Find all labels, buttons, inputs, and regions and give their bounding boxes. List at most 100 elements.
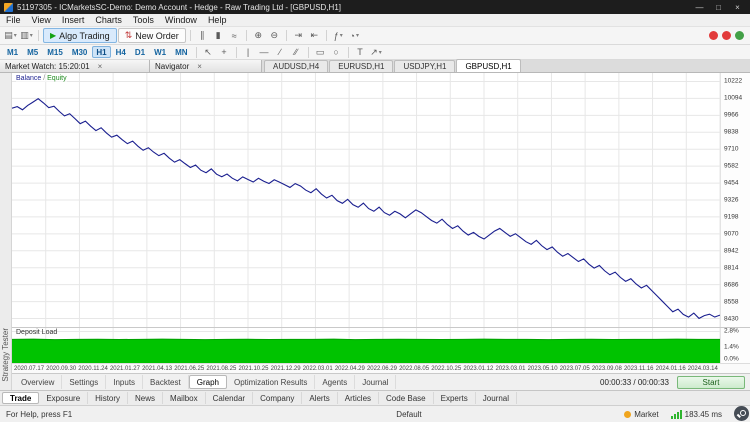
cursor-tool-button[interactable]: ↖ (201, 45, 216, 59)
tester-tab-optimization-results[interactable]: Optimization Results (227, 375, 316, 389)
toolbox-tab-history[interactable]: History (88, 392, 129, 404)
timeframe-h1[interactable]: H1 (92, 46, 111, 58)
market-status-label: Market (634, 409, 659, 419)
menu-insert[interactable]: Insert (62, 15, 85, 25)
timeframe-m1[interactable]: M1 (3, 46, 22, 58)
timeframe-m30[interactable]: M30 (68, 46, 92, 58)
vertical-line-icon: | (246, 47, 250, 57)
toolbar-separator (285, 30, 287, 41)
periods-menu-button[interactable]: ◔ ▾ (347, 29, 362, 43)
message-badge-icon[interactable] (722, 31, 731, 40)
toolbox-tab-alerts[interactable]: Alerts (302, 392, 338, 404)
timeframe-w1[interactable]: W1 (150, 46, 170, 58)
start-button[interactable]: Start (677, 375, 745, 389)
toolbox-tab-journal[interactable]: Journal (476, 392, 517, 404)
line-chart-button[interactable]: ≈ (227, 29, 242, 43)
profiles-button[interactable]: ▥ ▾ (19, 29, 34, 43)
market-watch-close-icon[interactable]: × (98, 62, 103, 71)
deposit-load-plot[interactable]: Deposit Load (12, 328, 720, 363)
timeframe-m15[interactable]: M15 (43, 46, 67, 58)
navigator-panel-header[interactable]: Navigator × (150, 60, 262, 72)
close-button[interactable]: × (729, 1, 746, 13)
toolbox-tab-exposure[interactable]: Exposure (39, 392, 89, 404)
vertical-line-tool-button[interactable]: | (241, 45, 256, 59)
connection-badge-icon[interactable] (735, 31, 744, 40)
toolbox-tab-mailbox[interactable]: Mailbox (163, 392, 206, 404)
tester-tab-inputs[interactable]: Inputs (106, 375, 144, 389)
ellipse-tool-button[interactable]: ○ (329, 45, 344, 59)
menu-file[interactable]: File (6, 15, 21, 25)
new-order-button[interactable]: ⇅ New Order (117, 28, 186, 43)
text-tool-button[interactable]: T (353, 45, 368, 59)
auto-scroll-button[interactable]: ⇥ (291, 29, 306, 43)
timeframe-h4[interactable]: H4 (112, 46, 130, 58)
zoom-in-button[interactable]: ⊕ (251, 29, 266, 43)
connection-status[interactable]: 183.45 ms (670, 409, 722, 419)
profile-name[interactable]: Default (396, 410, 421, 419)
trendline-tool-button[interactable]: ∕ (273, 45, 288, 59)
new-chart-icon: ▤ (4, 30, 13, 40)
notification-badge-icon[interactable] (709, 31, 718, 40)
window-title: 51197305 - ICMarketsSC-Demo: Demo Accoun… (17, 2, 341, 12)
tester-graph-plot[interactable]: Balance / Equity (12, 73, 720, 327)
tester-tab-backtest[interactable]: Backtest (143, 375, 189, 389)
chart-shift-button[interactable]: ⇤ (307, 29, 322, 43)
tester-tab-overview[interactable]: Overview (14, 375, 63, 389)
tester-main: Balance / Equity 10222 10094 9966 9838 9710 9… (12, 73, 750, 390)
menu-view[interactable]: View (32, 15, 51, 25)
chart-tab-gbpusd-h1[interactable]: GBPUSD,H1 (456, 59, 521, 72)
chart-tab-audusd-h4[interactable]: AUDUSD,H4 (264, 60, 329, 72)
balance-y-tick: 9198 (724, 213, 739, 221)
notification-area (709, 31, 747, 40)
toolbox-tab-experts[interactable]: Experts (434, 392, 476, 404)
deposit-load-svg (12, 328, 720, 363)
x-axis-date: 2022.04.29 (334, 365, 365, 372)
restore-button[interactable]: □ (710, 1, 727, 13)
app-icon (4, 2, 13, 12)
candlestick-chart-button[interactable]: ▮ (211, 29, 226, 43)
timeframe-d1[interactable]: D1 (131, 46, 149, 58)
strategy-tester-vertical-tab[interactable]: Strategy Tester (1, 328, 10, 382)
menu-window[interactable]: Window (165, 15, 197, 25)
toolbox-tab-calendar[interactable]: Calendar (206, 392, 254, 404)
zoom-out-button[interactable]: ⊖ (267, 29, 282, 43)
horizontal-line-tool-button[interactable]: — (257, 45, 272, 59)
timeframe-mn[interactable]: MN (171, 46, 191, 58)
x-axis-date: 2023.01.12 (463, 365, 494, 372)
tester-tab-graph[interactable]: Graph (188, 375, 227, 389)
market-watch-panel-header[interactable]: Market Watch: 15:20:01 × (0, 60, 150, 72)
toolbox-tab-code-base[interactable]: Code Base (379, 392, 434, 404)
toolbox-tab-articles[interactable]: Articles (338, 392, 380, 404)
x-axis-date: 2020.07.17 (14, 365, 45, 372)
crosshair-icon: + (221, 47, 227, 57)
toolbox-tab-company[interactable]: Company (253, 392, 303, 404)
tester-elapsed-time: 00:00:33 / 00:00:33 (600, 377, 669, 387)
menu-help[interactable]: Help (208, 15, 227, 25)
arrows-tool-button[interactable]: ↗ ▾ (369, 45, 384, 59)
chart-tab-eurusd-h1[interactable]: EURUSD,H1 (329, 60, 394, 72)
menu-tools[interactable]: Tools (133, 15, 154, 25)
profiles-icon: ▥ (20, 30, 29, 40)
toolbox-tab-trade[interactable]: Trade (2, 392, 40, 404)
x-axis-date: 2021.06.25 (174, 365, 205, 372)
navigator-close-icon[interactable]: × (197, 62, 202, 71)
minimize-button[interactable]: — (691, 1, 708, 13)
channel-tool-button[interactable]: ∕∕ (289, 45, 304, 59)
new-chart-button[interactable]: ▤ ▾ (3, 29, 18, 43)
tester-tab-journal[interactable]: Journal (355, 375, 397, 389)
indicators-button[interactable]: ƒ ▾ (331, 29, 346, 43)
bar-chart-button[interactable]: ∥ (195, 29, 210, 43)
algo-trading-button[interactable]: ▶ Algo Trading (43, 28, 117, 43)
bar-chart-icon: ∥ (200, 30, 205, 40)
crosshair-tool-button[interactable]: + (217, 45, 232, 59)
menu-charts[interactable]: Charts (95, 15, 122, 25)
tester-tab-settings[interactable]: Settings (62, 375, 107, 389)
x-axis-dates: 2020.07.17 2020.09.30 2020.11.24 2021.01.27… (12, 363, 750, 373)
chart-tab-usdjpy-h1[interactable]: USDJPY,H1 (394, 60, 456, 72)
tester-tab-agents[interactable]: Agents (315, 375, 356, 389)
timeframe-m5[interactable]: M5 (23, 46, 42, 58)
balance-curve-svg (12, 73, 720, 327)
mt5-window: 51197305 - ICMarketsSC-Demo: Demo Accoun… (0, 0, 750, 422)
toolbox-tab-news[interactable]: News (128, 392, 164, 404)
rectangle-tool-button[interactable]: ▭ (313, 45, 328, 59)
